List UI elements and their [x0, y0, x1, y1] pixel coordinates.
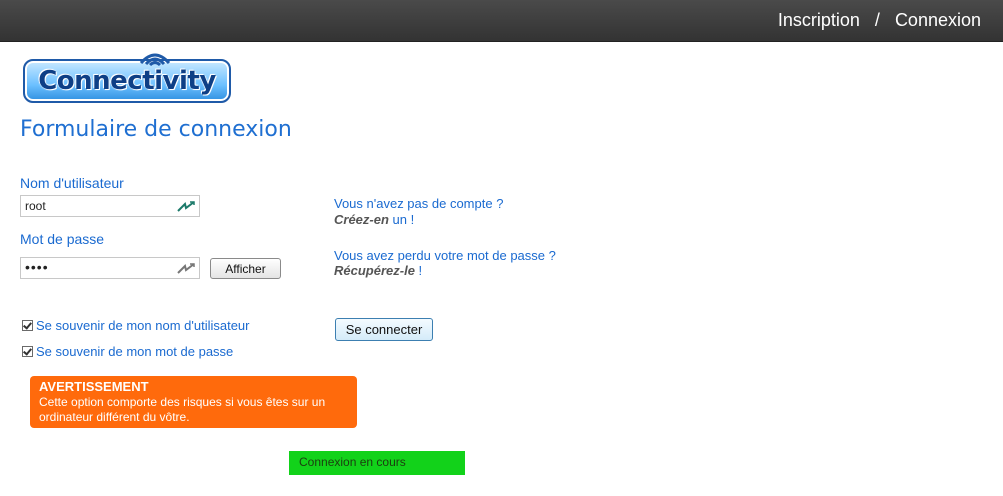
warning-title: AVERTISSEMENT — [39, 379, 149, 394]
nav-separator: / — [874, 10, 880, 30]
top-bar: Inscription / Connexion — [0, 0, 1003, 42]
username-input[interactable] — [25, 198, 175, 214]
top-nav: Inscription / Connexion — [778, 10, 981, 31]
password-input[interactable] — [25, 259, 175, 275]
recover-password-rest: ! — [414, 263, 423, 278]
recover-password-link[interactable]: Récupérez-le ! — [334, 263, 422, 278]
keyboard-input-icon[interactable] — [176, 199, 196, 213]
username-label: Nom d'utilisateur — [20, 175, 124, 191]
page-title: Formulaire de connexion — [20, 117, 292, 142]
keyboard-input-icon[interactable] — [176, 261, 196, 275]
remember-username-option[interactable]: Se souvenir de mon nom d'utilisateur — [22, 318, 249, 333]
username-field-wrapper — [20, 195, 200, 217]
remember-password-option[interactable]: Se souvenir de mon mot de passe — [22, 344, 233, 359]
create-account-link[interactable]: Créez-en un ! — [334, 212, 414, 227]
create-account-emph: Créez-en — [334, 212, 389, 227]
remember-password-checkbox[interactable] — [22, 346, 33, 357]
login-submit-button[interactable]: Se connecter — [335, 318, 433, 341]
remember-password-label: Se souvenir de mon mot de passe — [36, 344, 234, 359]
login-link[interactable]: Connexion — [895, 10, 981, 30]
warning-box: AVERTISSEMENT Cette option comporte des … — [30, 376, 357, 428]
register-link[interactable]: Inscription — [778, 10, 860, 30]
show-password-button[interactable]: Afficher — [210, 258, 281, 279]
status-message: Connexion en cours — [289, 451, 465, 475]
logo-text: Connectivity — [38, 66, 216, 96]
create-account-rest: un ! — [388, 212, 415, 227]
password-field-wrapper — [20, 257, 200, 279]
remember-username-label: Se souvenir de mon nom d'utilisateur — [36, 318, 250, 333]
connectivity-logo[interactable]: Connectivity — [23, 49, 231, 103]
no-account-question: Vous n'avez pas de compte ? — [334, 196, 504, 211]
lost-password-question: Vous avez perdu votre mot de passe ? — [334, 248, 556, 263]
remember-username-checkbox[interactable] — [22, 320, 33, 331]
warning-text: Cette option comporte des risques si vou… — [39, 395, 326, 424]
wifi-icon — [139, 53, 171, 67]
password-label: Mot de passe — [20, 231, 105, 247]
recover-password-emph: Récupérez-le — [334, 263, 415, 278]
